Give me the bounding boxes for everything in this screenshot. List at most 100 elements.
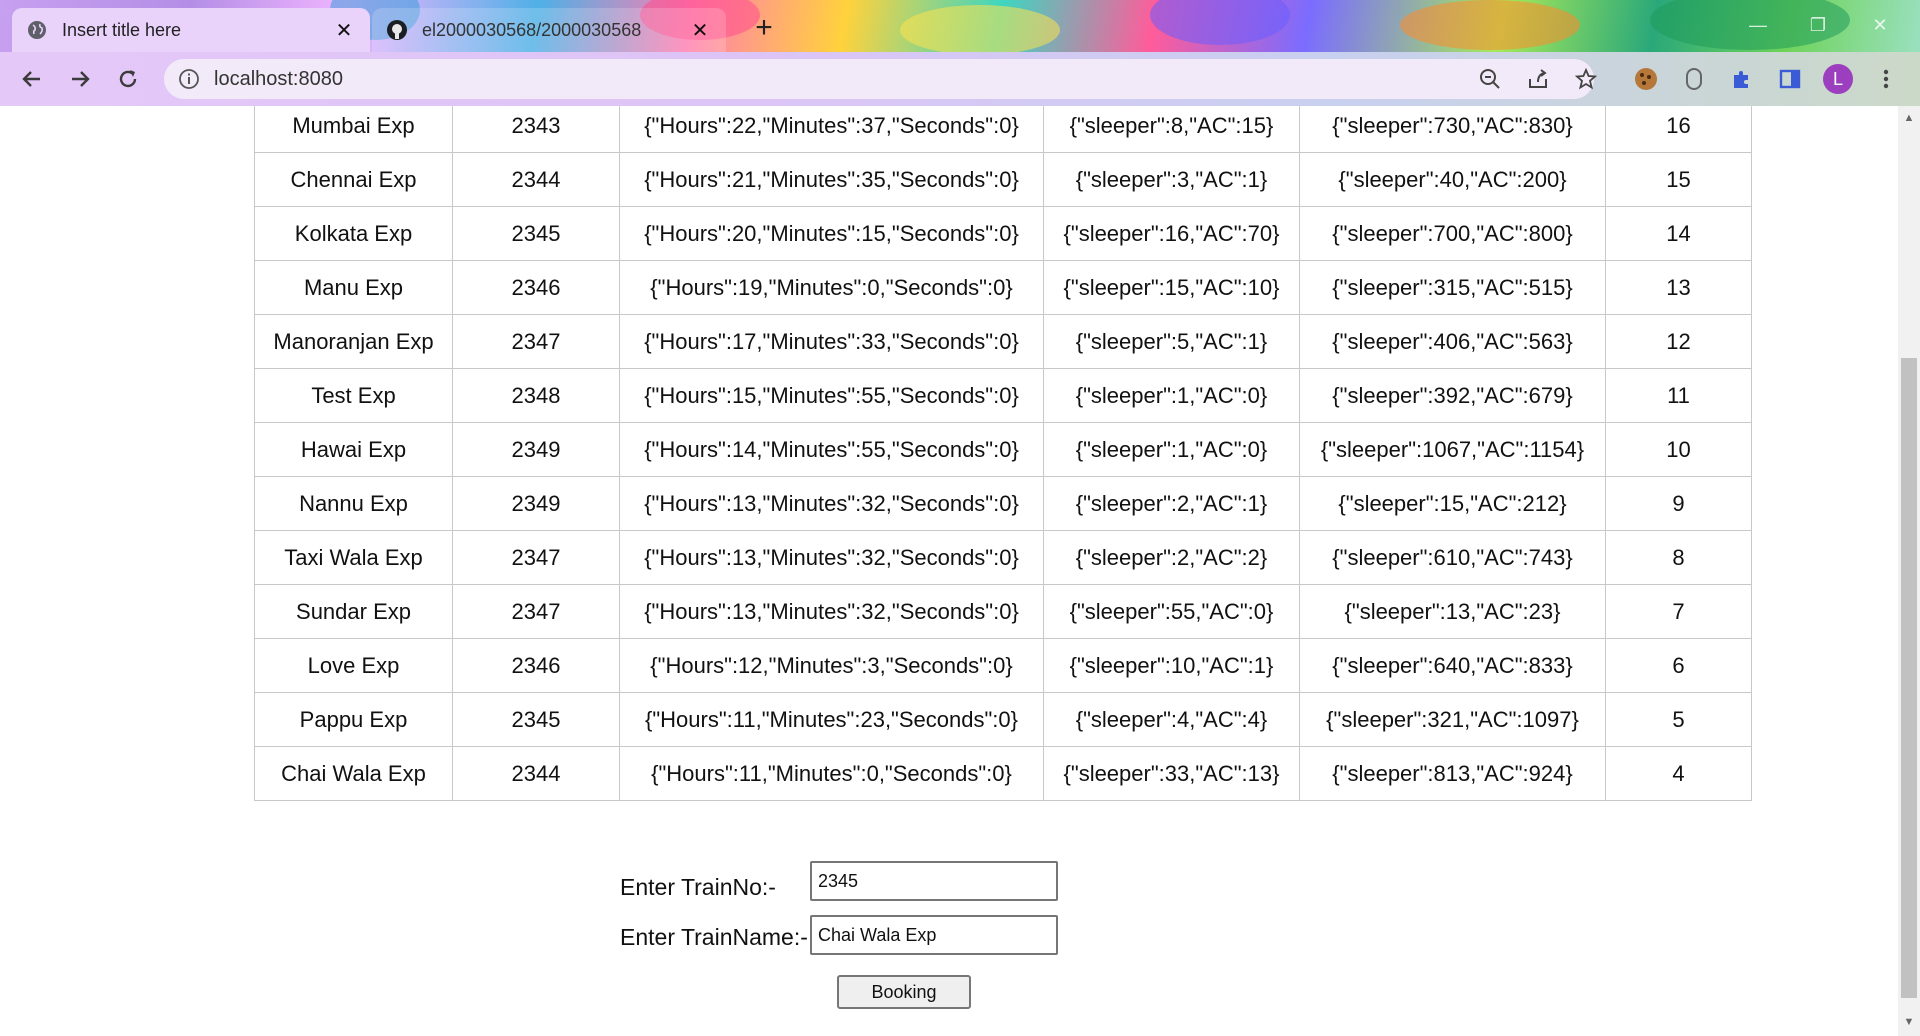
duration-cell: {"Hours":15,"Minutes":55,"Seconds":0} [619, 368, 1044, 423]
site-info-icon[interactable] [178, 68, 200, 90]
duration-cell: {"Hours":11,"Minutes":0,"Seconds":0} [619, 746, 1044, 801]
train-name-cell: Manu Exp [254, 260, 453, 315]
page-viewport: Mumbai Exp 2343 {"Hours":22,"Minutes":37,"… [0, 106, 1898, 1036]
duration-cell: {"Hours":13,"Minutes":32,"Seconds":0} [619, 476, 1044, 531]
id-cell: 13 [1605, 260, 1752, 315]
fare-cell: {"sleeper":321,"AC":1097} [1299, 692, 1606, 747]
duration-cell: {"Hours":20,"Minutes":15,"Seconds":0} [619, 206, 1044, 261]
extensions-puzzle-icon[interactable] [1726, 63, 1758, 95]
background-splash [1150, 0, 1290, 45]
duration-cell: {"Hours":21,"Minutes":35,"Seconds":0} [619, 152, 1044, 207]
scroll-down-icon[interactable]: ▼ [1903, 1016, 1915, 1028]
back-icon[interactable] [14, 61, 50, 97]
seats-cell: {"sleeper":5,"AC":1} [1043, 314, 1300, 369]
fare-cell: {"sleeper":40,"AC":200} [1299, 152, 1606, 207]
forward-icon[interactable] [62, 61, 98, 97]
fare-cell: {"sleeper":315,"AC":515} [1299, 260, 1606, 315]
background-splash [1400, 0, 1580, 50]
tab-title: Insert title here [62, 19, 182, 40]
train-no-cell: 2344 [452, 746, 620, 801]
duration-cell: {"Hours":12,"Minutes":3,"Seconds":0} [619, 638, 1044, 693]
globe-icon [26, 19, 48, 41]
duration-cell: {"Hours":19,"Minutes":0,"Seconds":0} [619, 260, 1044, 315]
extension-outline-icon[interactable] [1678, 63, 1710, 95]
side-panel-icon[interactable] [1774, 63, 1806, 95]
seats-cell: {"sleeper":15,"AC":10} [1043, 260, 1300, 315]
fare-cell: {"sleeper":392,"AC":679} [1299, 368, 1606, 423]
train-name-cell: Chai Wala Exp [254, 746, 453, 801]
train-no-row: Enter TrainNo:- [620, 861, 1058, 901]
train-no-input[interactable] [810, 861, 1058, 901]
table-row: Pappu Exp 2345 {"Hours":11,"Minutes":23,"S… [254, 692, 1752, 747]
background-splash [900, 5, 1060, 52]
menu-kebab-icon[interactable] [1870, 63, 1902, 95]
table-row: Manu Exp 2346 {"Hours":19,"Minutes":0,"Sec… [254, 260, 1752, 315]
train-name-cell: Kolkata Exp [254, 206, 453, 261]
seats-cell: {"sleeper":10,"AC":1} [1043, 638, 1300, 693]
trains-table: Mumbai Exp 2343 {"Hours":22,"Minutes":37,"… [254, 106, 1752, 801]
duration-cell: {"Hours":11,"Minutes":23,"Seconds":0} [619, 692, 1044, 747]
fare-cell: {"sleeper":610,"AC":743} [1299, 530, 1606, 585]
avatar: L [1823, 64, 1853, 94]
bookmark-star-icon[interactable] [1570, 63, 1602, 95]
booking-button[interactable]: Booking [837, 975, 971, 1009]
close-window-icon[interactable]: ✕ [1860, 10, 1900, 40]
minimize-icon[interactable]: — [1738, 10, 1778, 40]
new-tab-button[interactable]: + [748, 11, 780, 44]
seats-cell: {"sleeper":2,"AC":2} [1043, 530, 1300, 585]
table-row: Love Exp 2346 {"Hours":12,"Minutes":3,"Sec… [254, 638, 1752, 693]
reload-icon[interactable] [110, 61, 146, 97]
seats-cell: {"sleeper":1,"AC":0} [1043, 368, 1300, 423]
id-cell: 4 [1605, 746, 1752, 801]
fare-cell: {"sleeper":700,"AC":800} [1299, 206, 1606, 261]
table-row: Hawai Exp 2349 {"Hours":14,"Minutes":55,"S… [254, 422, 1752, 477]
train-no-cell: 2346 [452, 638, 620, 693]
cookie-extension-icon[interactable] [1630, 63, 1662, 95]
duration-cell: {"Hours":13,"Minutes":32,"Seconds":0} [619, 530, 1044, 585]
train-name-cell: Taxi Wala Exp [254, 530, 453, 585]
github-icon [386, 19, 408, 41]
fare-cell: {"sleeper":640,"AC":833} [1299, 638, 1606, 693]
scroll-up-icon[interactable]: ▲ [1903, 112, 1915, 124]
seats-cell: {"sleeper":1,"AC":0} [1043, 422, 1300, 477]
seats-cell: {"sleeper":3,"AC":1} [1043, 152, 1300, 207]
train-name-cell: Pappu Exp [254, 692, 453, 747]
table-row: Manoranjan Exp 2347 {"Hours":17,"Minutes":… [254, 314, 1752, 369]
table-row: Taxi Wala Exp 2347 {"Hours":13,"Minutes":3… [254, 530, 1752, 585]
duration-cell: {"Hours":17,"Minutes":33,"Seconds":0} [619, 314, 1044, 369]
train-no-cell: 2347 [452, 530, 620, 585]
tab-title: el2000030568/2000030568 [422, 19, 642, 40]
seats-cell: {"sleeper":16,"AC":70} [1043, 206, 1300, 261]
train-name-cell: Mumbai Exp [254, 106, 453, 153]
train-no-cell: 2348 [452, 368, 620, 423]
fare-cell: {"sleeper":15,"AC":212} [1299, 476, 1606, 531]
train-name-label: Enter TrainName:- [620, 923, 808, 950]
zoom-out-icon[interactable] [1474, 63, 1506, 95]
table-row: Test Exp 2348 {"Hours":15,"Minutes":55,"Se… [254, 368, 1752, 423]
fare-cell: {"sleeper":1067,"AC":1154} [1299, 422, 1606, 477]
close-tab-icon[interactable]: ✕ [688, 18, 712, 42]
id-cell: 14 [1605, 206, 1752, 261]
train-name-cell: Hawai Exp [254, 422, 453, 477]
table-row: Chennai Exp 2344 {"Hours":21,"Minutes":35,… [254, 152, 1752, 207]
share-icon[interactable] [1522, 63, 1554, 95]
scrollbar-thumb[interactable] [1901, 358, 1917, 998]
browser-toolbar: localhost:8080 L [0, 52, 1920, 106]
tab-active[interactable]: Insert title here ✕ [12, 8, 370, 52]
train-no-cell: 2347 [452, 584, 620, 639]
train-no-cell: 2343 [452, 106, 620, 153]
table-row: Nannu Exp 2349 {"Hours":13,"Minutes":32,"S… [254, 476, 1752, 531]
fare-cell: {"sleeper":13,"AC":23} [1299, 584, 1606, 639]
train-name-row: Enter TrainName:- [620, 915, 1058, 955]
address-bar[interactable]: localhost:8080 [164, 59, 1594, 99]
close-tab-icon[interactable]: ✕ [332, 18, 356, 42]
tab-github[interactable]: el2000030568/2000030568 ✕ [372, 8, 726, 52]
profile-avatar[interactable]: L [1822, 63, 1854, 95]
vertical-scrollbar[interactable]: ▲ ▼ [1898, 106, 1920, 1036]
maximize-icon[interactable]: ❐ [1798, 10, 1838, 40]
fare-cell: {"sleeper":406,"AC":563} [1299, 314, 1606, 369]
train-name-input[interactable] [810, 915, 1058, 955]
train-name-cell: Test Exp [254, 368, 453, 423]
train-no-cell: 2347 [452, 314, 620, 369]
train-no-cell: 2349 [452, 422, 620, 477]
